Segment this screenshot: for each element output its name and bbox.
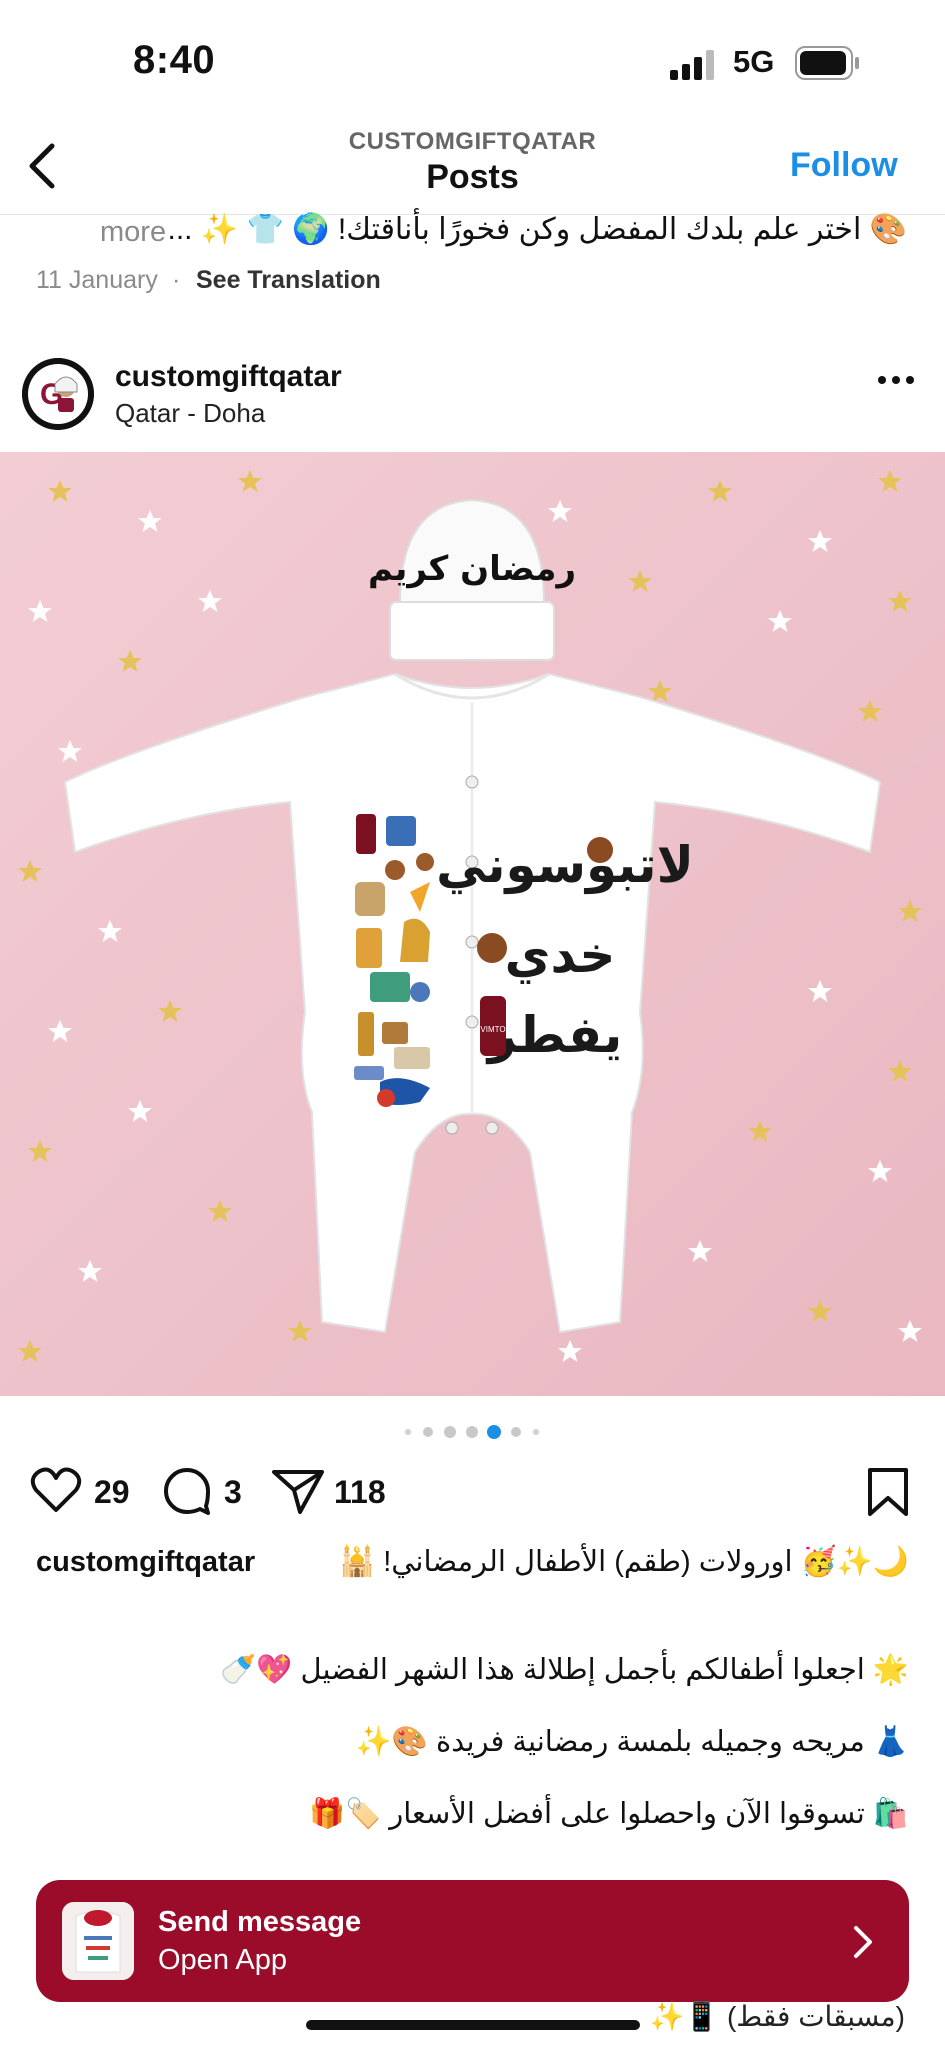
comment-count[interactable]: 3: [224, 1474, 242, 1511]
post-image[interactable]: رمضان كريم لاتبوسوني خدي يفطر VIMTO: [0, 452, 945, 1396]
open-app-label: Open App: [158, 1944, 287, 1976]
home-indicator: [306, 2020, 640, 2030]
onesie-text-line-2: خدي: [505, 926, 616, 984]
share-count[interactable]: 118: [334, 1474, 386, 1511]
battery-icon: [795, 46, 859, 80]
carousel-indicator: [405, 1425, 539, 1439]
network-type: 5G: [733, 44, 775, 79]
see-translation-link[interactable]: See Translation: [196, 266, 381, 295]
share-icon[interactable]: [270, 1466, 326, 1516]
follow-button[interactable]: Follow: [790, 146, 898, 185]
caption-line: 🌙✨🥳 اورولات (طقم) الأطفال الرمضاني! 🕌: [339, 1546, 909, 1578]
previous-post-date: 11 January: [36, 266, 158, 294]
like-count[interactable]: 29: [94, 1474, 130, 1511]
post-location[interactable]: Qatar - Doha: [115, 398, 265, 429]
hat-text: رمضان كريم: [368, 549, 576, 589]
avatar[interactable]: G: [22, 358, 94, 430]
chevron-right-icon[interactable]: [848, 1924, 878, 1960]
caption-line-partial: (مسبقات فقط) 📱✨: [649, 2001, 905, 2032]
heart-icon[interactable]: [30, 1466, 82, 1514]
onesie-text-line-1: لاتبوسوني: [436, 836, 694, 895]
post-username[interactable]: customgiftqatar: [115, 360, 342, 394]
previous-post-caption: 🎨 اختر علم بلدك المفضل وكن فخورًا بأناقت…: [167, 213, 908, 246]
previous-post-more-link[interactable]: more: [100, 216, 166, 249]
separator-dot: ·: [172, 266, 181, 294]
status-time: 8:40: [133, 38, 216, 82]
caption-username[interactable]: customgiftqatar: [36, 1546, 255, 1579]
caption-line: 🛍️ تسوقوا الآن واحصلوا على أفضل الأسعار …: [308, 1798, 909, 1830]
comment-icon[interactable]: [162, 1466, 212, 1516]
send-message-banner[interactable]: [36, 1880, 909, 2002]
caption-line: 🌟 اجعلوا أطفالكم بأجمل إطلالة هذا الشهر …: [220, 1654, 909, 1686]
send-message-title: Send message: [158, 1906, 362, 1938]
bookmark-icon[interactable]: [866, 1466, 910, 1518]
product-thumbnail: [62, 1902, 134, 1980]
bottle-label: VIMTO: [480, 1025, 505, 1034]
avatar-logo-icon: G: [22, 358, 94, 430]
cellular-signal-icon: [670, 50, 714, 80]
more-icon[interactable]: [876, 372, 916, 388]
caption-line: 👗 مريحه وجميله بلمسة رمضانية فريدة 🎨✨: [355, 1726, 909, 1758]
